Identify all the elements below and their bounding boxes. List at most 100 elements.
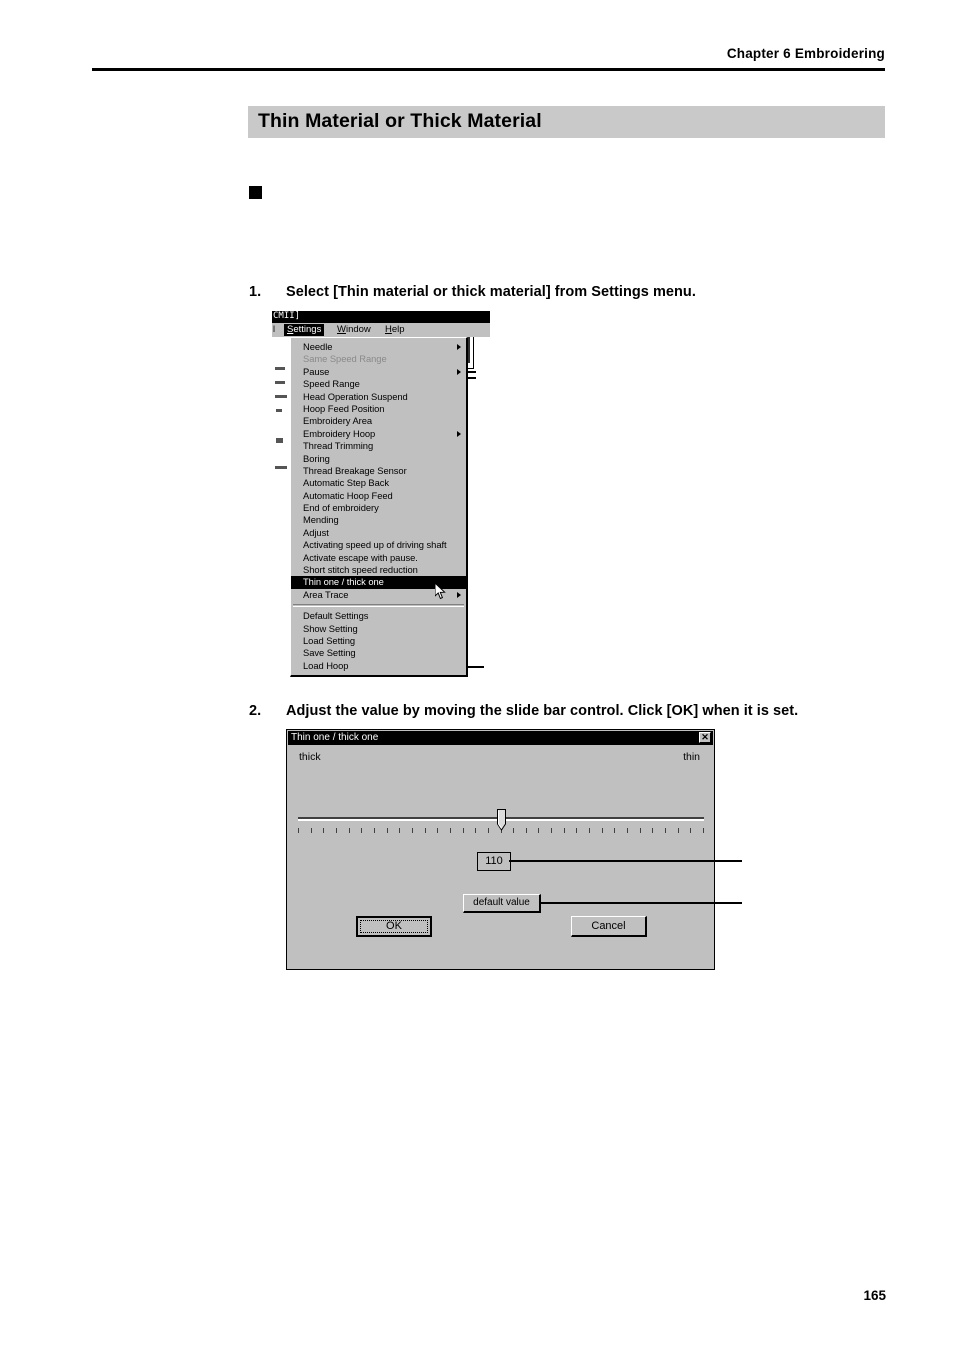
menu-item-label: Embroidery Hoop — [303, 427, 376, 439]
slider-tick — [411, 828, 413, 833]
menu-item-label: Thin one / thick one — [303, 576, 384, 588]
menu-item-label: Thread Breakage Sensor — [303, 464, 407, 476]
menubar-item-window[interactable]: Window — [334, 324, 374, 336]
slider-tick — [538, 828, 540, 833]
menu-item-thread-breakage-sensor[interactable]: Thread Breakage Sensor — [291, 465, 466, 477]
dialog-title: Thin one / thick one — [291, 732, 379, 743]
cancel-button[interactable]: Cancel — [571, 916, 647, 937]
menu-item-thin-one-thick-one[interactable]: Thin one / thick one — [291, 576, 466, 589]
chevron-right-icon — [457, 430, 461, 437]
menu-item-label: Default Settings — [303, 610, 369, 622]
menu-item-activate-escape-with-pause[interactable]: Activate escape with pause. — [291, 552, 466, 564]
menu-item-embroidery-area[interactable]: Embroidery Area — [291, 415, 466, 427]
menu-item-needle[interactable]: Needle — [291, 341, 466, 353]
header-rule — [92, 68, 885, 71]
page-header: Chapter 6 Embroidering — [92, 46, 885, 72]
menu-item-automatic-hoop-feed[interactable]: Automatic Hoop Feed — [291, 490, 466, 502]
menu-item-label: Area Trace — [303, 588, 349, 600]
slider-tick — [690, 828, 692, 833]
slider-tick — [652, 828, 654, 833]
callout-line-default-value — [539, 902, 742, 904]
thin-thick-dialog-screenshot: Thin one / thick one ✕ thick thin 110 de… — [286, 729, 715, 970]
menu-item-label: Thread Trimming — [303, 440, 374, 452]
background-mark — [276, 409, 282, 412]
menu-item-activating-speed-up[interactable]: Activating speed up of driving shaft — [291, 539, 466, 551]
menu-item-label: Hoop Feed Position — [303, 402, 385, 414]
menu-item-area-trace[interactable]: Area Trace — [291, 589, 466, 601]
menu-item-adjust[interactable]: Adjust — [291, 527, 466, 539]
default-value-button[interactable]: default value — [463, 894, 541, 913]
slider-tick — [639, 828, 641, 833]
menu-item-default-settings[interactable]: Default Settings — [291, 610, 466, 622]
step-2-text: Adjust the value by moving the slide bar… — [286, 703, 799, 719]
step-1-text: Select [Thin material or thick material]… — [286, 284, 696, 300]
menu-item-automatic-step-back[interactable]: Automatic Step Back — [291, 477, 466, 489]
menu-item-label: Short stitch speed reduction — [303, 564, 418, 576]
menu-item-mending[interactable]: Mending — [291, 514, 466, 526]
ok-button-label: OK — [386, 920, 402, 932]
close-icon[interactable]: ✕ — [699, 732, 711, 743]
menu-item-label: Pause — [303, 365, 330, 377]
slider-tick — [462, 828, 464, 833]
menubar-item-settings[interactable]: Settings — [284, 324, 325, 336]
slider-tick — [703, 828, 704, 833]
menu-item-label: Embroidery Area — [303, 415, 373, 427]
menu-item-label: Automatic Hoop Feed — [303, 489, 393, 501]
settings-dropdown-menu: Needle Same Speed Range Pause Speed Rang… — [290, 337, 468, 678]
menubar-left-fragment: l — [273, 324, 275, 334]
slider-tick — [373, 828, 375, 833]
menu-item-show-setting[interactable]: Show Setting — [291, 623, 466, 635]
slider-tick — [437, 828, 439, 833]
menu-item-hoop-feed-position[interactable]: Hoop Feed Position — [291, 403, 466, 415]
slider-tick — [310, 828, 312, 833]
ok-button[interactable]: OK — [356, 916, 432, 937]
menu-item-label: Needle — [303, 341, 333, 352]
menu-item-label: Load Setting — [303, 634, 356, 646]
background-rule — [468, 666, 484, 668]
slider-tick — [386, 828, 388, 833]
slider-tick — [335, 828, 337, 833]
slider-label-thick: thick — [299, 751, 321, 763]
chevron-right-icon — [457, 344, 461, 350]
menu-item-boring[interactable]: Boring — [291, 453, 466, 465]
slider-tick — [614, 828, 616, 833]
menubar-item-help[interactable]: Help — [382, 324, 408, 336]
window-titlebar: CMII] — [272, 311, 490, 323]
menu-item-load-setting[interactable]: Load Setting — [291, 635, 466, 647]
slider-tick — [563, 828, 565, 833]
slider-tick — [348, 828, 350, 833]
slider-tick — [589, 828, 591, 833]
menu-item-save-setting[interactable]: Save Setting — [291, 647, 466, 659]
step-1-number: 1. — [249, 284, 262, 300]
menu-item-head-operation-suspend[interactable]: Head Operation Suspend — [291, 391, 466, 403]
slider-tick — [525, 828, 527, 833]
slider-tick — [665, 828, 667, 833]
menu-item-label: Save Setting — [303, 647, 356, 659]
menu-item-end-of-embroidery[interactable]: End of embroidery — [291, 502, 466, 514]
slider-tick — [449, 828, 451, 833]
slider-tick — [627, 828, 629, 833]
menu-item-label: Activating speed up of driving shaft — [303, 539, 447, 551]
page-number: 165 — [863, 1288, 886, 1303]
menu-item-label: Show Setting — [303, 622, 358, 634]
background-mark — [276, 438, 283, 443]
step-2-number: 2. — [249, 703, 262, 719]
menu-item-label: Boring — [303, 452, 330, 464]
menu-item-thread-trimming[interactable]: Thread Trimming — [291, 440, 466, 452]
menu-item-label: Mending — [303, 514, 339, 526]
slider-tick — [677, 828, 679, 833]
slider-tick — [487, 828, 489, 833]
slider-tick — [551, 828, 553, 833]
menu-item-speed-range[interactable]: Speed Range — [291, 378, 466, 390]
value-display: 110 — [477, 852, 511, 871]
slider-thumb[interactable] — [496, 809, 506, 831]
slider-tick — [513, 828, 515, 833]
callout-line-value — [509, 860, 742, 862]
menu-item-pause[interactable]: Pause — [291, 366, 466, 378]
menu-item-embroidery-hoop[interactable]: Embroidery Hoop — [291, 428, 466, 440]
section-title-band: Thin Material or Thick Material — [248, 106, 885, 138]
window-title: CMII] — [273, 311, 301, 321]
menu-item-short-stitch-speed-reduction[interactable]: Short stitch speed reduction — [291, 564, 466, 576]
menu-item-load-hoop[interactable]: Load Hoop — [291, 660, 466, 672]
chapter-label: Chapter 6 Embroidering — [726, 46, 885, 61]
